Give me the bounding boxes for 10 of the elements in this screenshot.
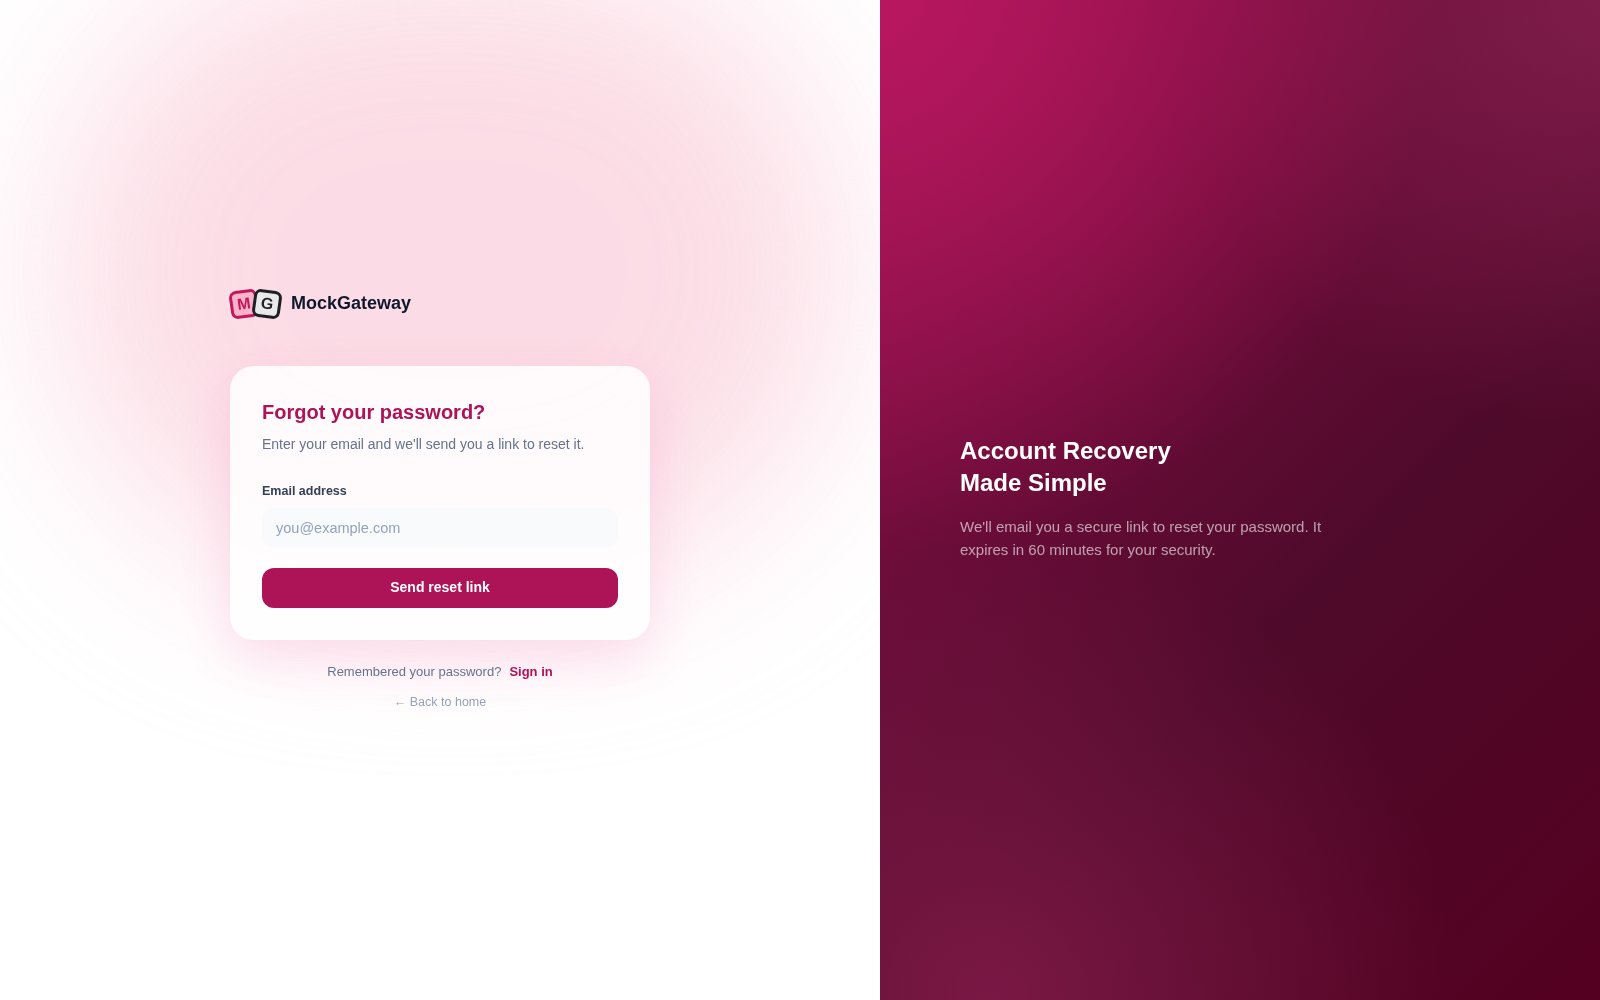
- sign-in-link[interactable]: Sign in: [509, 661, 553, 682]
- card-title: Forgot your password?: [262, 399, 487, 425]
- signin-prompt: Remembered your password?: [327, 662, 502, 681]
- brand-name: MockGateway: [291, 292, 412, 315]
- field-label: Email address: [262, 482, 348, 500]
- hero-title: Account Recovery Made Simple: [960, 436, 1172, 498]
- hero-description: We'll email you a secure link to reset your password. It expires in 60 minutes for your security.: [960, 517, 1323, 560]
- email-field[interactable]: you@example.com: [262, 507, 618, 548]
- card-subtitle: Enter your email and we'll send you a link to reset it.: [262, 434, 586, 454]
- send-reset-link-button[interactable]: Send reset link: [262, 567, 618, 608]
